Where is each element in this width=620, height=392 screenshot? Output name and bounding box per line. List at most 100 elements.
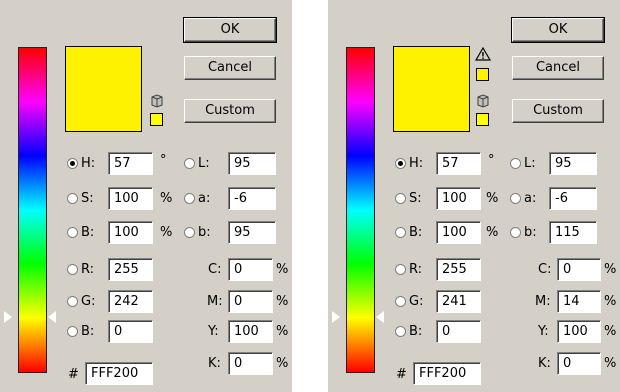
c-field[interactable]: 0 [557,258,601,281]
s-field[interactable]: 100 [436,187,481,210]
radio-rgb-b[interactable] [67,326,78,337]
y-field[interactable]: 100 [228,320,273,343]
unit-degree: ° [488,153,495,168]
custom-button[interactable]: Custom [512,99,604,123]
b-field[interactable]: 100 [436,221,481,244]
label-r: R: [409,262,423,277]
lab-b-field[interactable]: 115 [549,221,597,244]
color-picker-left: OK Cancel Custom H: 57 ° S: 100 % B: 100… [0,0,292,392]
label-lab-b: b: [524,225,537,240]
g-field[interactable]: 242 [108,290,153,313]
label-c: C: [538,262,552,277]
label-s: S: [81,191,94,206]
l-field[interactable]: 95 [549,152,597,175]
websafe-color-swatch[interactable] [476,113,489,126]
unit-percent-s: % [486,191,499,206]
radio-h[interactable] [67,158,78,169]
label-hash: # [68,367,79,382]
rgb-b-field[interactable]: 0 [108,320,153,343]
unit-percent-m: % [276,294,289,309]
radio-s[interactable] [395,193,406,204]
label-m: M: [207,294,223,309]
label-r: R: [81,262,95,277]
websafe-color-swatch[interactable] [150,113,163,126]
r-field[interactable]: 255 [436,258,481,281]
label-a: a: [198,191,211,206]
cancel-button[interactable]: Cancel [184,56,276,80]
hex-field[interactable]: FFF200 [85,362,153,385]
label-k: K: [208,356,221,371]
label-a: a: [524,191,537,206]
label-b: B: [409,225,423,240]
label-y: Y: [208,324,219,339]
s-field[interactable]: 100 [108,187,153,210]
radio-g[interactable] [67,296,78,307]
unit-percent-c: % [604,262,617,277]
a-field[interactable]: -6 [549,187,597,210]
unit-percent-y: % [604,324,617,339]
gamut-color-swatch[interactable] [476,68,489,81]
ok-button[interactable]: OK [511,17,605,43]
radio-b[interactable] [67,227,78,238]
unit-degree: ° [160,153,167,168]
g-field[interactable]: 241 [436,290,481,313]
unit-percent-k: % [604,356,617,371]
radio-lab-b[interactable] [510,227,521,238]
hex-field[interactable]: FFF200 [413,362,481,385]
radio-h[interactable] [395,158,406,169]
ok-button[interactable]: OK [183,17,277,43]
hue-slider-right-arrow-icon[interactable] [376,311,384,323]
label-lab-b: b: [198,225,211,240]
r-field[interactable]: 255 [108,258,153,281]
c-field[interactable]: 0 [228,258,273,281]
k-field[interactable]: 0 [228,352,273,375]
radio-r[interactable] [395,264,406,275]
label-b: B: [81,225,95,240]
radio-rgb-b[interactable] [395,326,406,337]
m-field[interactable]: 14 [557,290,601,313]
radio-s[interactable] [67,193,78,204]
hue-slider-right-arrow-icon[interactable] [48,311,56,323]
unit-percent-m: % [604,294,617,309]
b-field[interactable]: 100 [108,221,153,244]
k-field[interactable]: 0 [557,352,601,375]
radio-a[interactable] [510,193,521,204]
label-h: H: [81,156,96,171]
unit-percent-k: % [276,356,289,371]
hue-slider-left-arrow-icon[interactable] [332,311,340,323]
color-swatch [393,46,470,132]
l-field[interactable]: 95 [228,152,276,175]
rgb-b-field[interactable]: 0 [436,320,481,343]
radio-a[interactable] [184,193,195,204]
radio-r[interactable] [67,264,78,275]
unit-percent-s: % [160,191,173,206]
hue-slider-bar[interactable] [346,47,375,373]
websafe-cube-icon [151,94,163,108]
label-g: G: [81,294,96,309]
label-g: G: [409,294,424,309]
unit-percent-b: % [160,225,173,240]
label-s: S: [409,191,422,206]
m-field[interactable]: 0 [228,290,273,313]
radio-b[interactable] [395,227,406,238]
hue-slider-left-arrow-icon[interactable] [4,311,12,323]
hue-slider-bar[interactable] [18,47,47,373]
unit-percent-b: % [486,225,499,240]
label-rgb-b: B: [409,324,423,339]
a-field[interactable]: -6 [228,187,276,210]
label-c: C: [208,262,222,277]
radio-l[interactable] [184,158,195,169]
color-swatch [65,46,142,132]
h-field[interactable]: 57 [436,152,481,175]
lab-b-field[interactable]: 95 [228,221,276,244]
radio-l[interactable] [510,158,521,169]
cancel-button[interactable]: Cancel [512,56,604,80]
custom-button[interactable]: Custom [184,99,276,123]
radio-g[interactable] [395,296,406,307]
color-picker-right: OK Cancel Custom H: 57 ° S: 100 % B: 100… [328,0,620,392]
h-field[interactable]: 57 [108,152,153,175]
websafe-cube-icon [477,94,489,108]
unit-percent-y: % [276,324,289,339]
y-field[interactable]: 100 [557,320,601,343]
radio-lab-b[interactable] [184,227,195,238]
